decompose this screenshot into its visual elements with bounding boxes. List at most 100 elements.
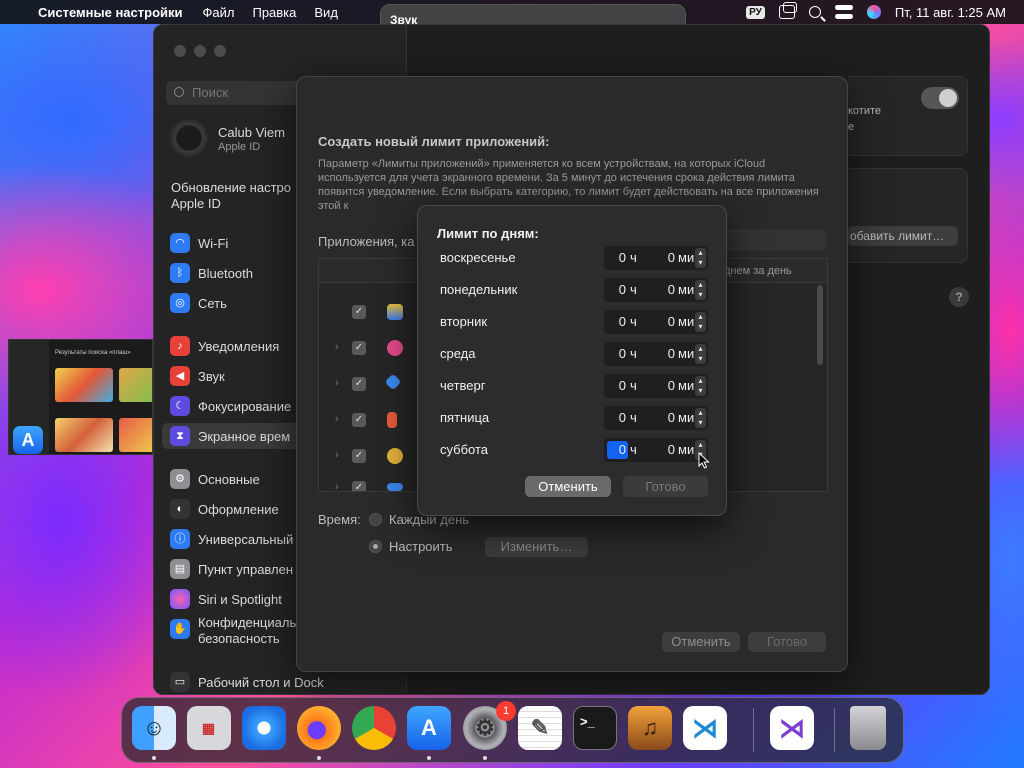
chevron-right-icon[interactable]: › xyxy=(335,341,339,353)
sidebar-item-siri[interactable]: Siri и Spotlight xyxy=(170,586,282,612)
sidebar-item-notifications[interactable]: ♪ Уведомления xyxy=(170,333,279,359)
checkbox[interactable]: ✓ xyxy=(352,341,366,355)
sheet-cancel-button[interactable]: Отменить xyxy=(662,632,740,652)
edit-schedule-button[interactable]: Изменить… xyxy=(485,537,588,557)
stepper-arrows-icon[interactable] xyxy=(695,312,706,332)
spotlight-search-icon[interactable] xyxy=(808,6,821,18)
sidebar-item-wifi[interactable]: ◠ Wi-Fi xyxy=(170,230,228,256)
sidebar-item-control-center[interactable]: ▤ Пункт управлен xyxy=(170,556,293,582)
sidebar-item-privacy[interactable]: ✋ Конфиденциаль безопасность xyxy=(170,615,296,651)
sidebar-item-desktop-dock[interactable]: ▭ Рабочий стол и Dock xyxy=(170,669,324,694)
dialog-cancel-button[interactable]: Отменить xyxy=(525,476,611,497)
sidebar-item-bluetooth[interactable]: ᛒ Bluetooth xyxy=(170,260,253,286)
screen-time-toggle[interactable] xyxy=(921,87,959,109)
radio-custom-label[interactable]: Настроить xyxy=(389,539,453,554)
day-row-tuesday: вторник 0 ч 0 мин xyxy=(440,310,710,334)
minutes-field[interactable]: 0 xyxy=(652,410,675,425)
stepper-arrows-icon[interactable] xyxy=(695,248,706,268)
hours-field-focused[interactable]: 0 xyxy=(607,441,628,459)
chevron-right-icon[interactable]: › xyxy=(335,377,339,389)
menu-file[interactable]: Файл xyxy=(203,5,235,20)
privacy-label-line2: безопасность xyxy=(198,631,280,646)
time-stepper[interactable]: 0 ч 0 мин xyxy=(604,374,708,398)
day-label: четверг xyxy=(440,378,486,393)
dialog-done-button[interactable]: Готово xyxy=(623,476,708,497)
firefox-icon[interactable] xyxy=(297,706,341,750)
time-stepper[interactable]: 0 ч 0 мин xyxy=(604,310,708,334)
minutes-field[interactable]: 0 xyxy=(652,282,675,297)
search-result-tile xyxy=(119,418,152,452)
sidebar-item-appearance[interactable]: ◐ Оформление xyxy=(170,496,279,522)
terminal-icon[interactable]: >_ xyxy=(573,706,617,750)
all-apps-icon xyxy=(387,304,403,320)
stepper-arrows-icon[interactable] xyxy=(695,376,706,396)
minimize-window-button[interactable] xyxy=(194,45,206,57)
menu-edit[interactable]: Правка xyxy=(252,5,296,20)
chrome-icon[interactable] xyxy=(352,706,396,750)
minutes-field[interactable]: 0 xyxy=(652,346,675,361)
hours-field[interactable]: 0 xyxy=(607,345,628,363)
add-limit-button[interactable]: обавить лимит… xyxy=(848,226,958,246)
day-row-saturday: суббота 0 ч 0 мин xyxy=(440,438,710,462)
hours-field[interactable]: 0 xyxy=(607,409,628,427)
menu-app-name[interactable]: Системные настройки xyxy=(38,5,183,20)
time-stepper[interactable]: 0 ч 0 мин xyxy=(604,438,708,462)
sidebar-item-label: Пункт управлен xyxy=(198,561,294,577)
help-button[interactable]: ? xyxy=(949,287,969,307)
apple-id-update-notice[interactable]: Обновление настро Apple ID xyxy=(171,180,291,212)
minutes-field[interactable]: 0 xyxy=(652,442,675,457)
control-center-icon[interactable] xyxy=(834,5,853,19)
sidebar-item-sound[interactable]: ◀ Звук xyxy=(170,363,225,389)
vscode-icon[interactable]: ⋊ xyxy=(683,706,727,750)
sidebar-item-label: Звук xyxy=(198,368,225,384)
minutes-field[interactable]: 0 xyxy=(652,250,675,265)
sidebar-item-focus[interactable]: ☾ Фокусирование xyxy=(170,393,291,419)
sidebar-item-general[interactable]: ⚙ Основные xyxy=(170,466,260,492)
stepper-arrows-icon[interactable] xyxy=(695,344,706,364)
checkbox[interactable]: ✓ xyxy=(352,481,366,491)
chevron-right-icon[interactable]: › xyxy=(335,449,339,461)
garageband-icon[interactable]: ♫ xyxy=(628,706,672,750)
table-scrollbar[interactable] xyxy=(817,285,823,365)
visual-studio-icon[interactable]: ⋊ xyxy=(770,706,814,750)
radio-every-day[interactable] xyxy=(369,513,382,526)
radio-custom[interactable] xyxy=(369,540,382,553)
time-stepper[interactable]: 0 ч 0 мин xyxy=(604,406,708,430)
chevron-right-icon[interactable]: › xyxy=(335,481,339,491)
checkbox[interactable]: ✓ xyxy=(352,413,366,427)
stepper-arrows-icon[interactable] xyxy=(695,408,706,428)
chevron-right-icon[interactable]: › xyxy=(335,413,339,425)
launchpad-icon[interactable]: ▦ xyxy=(187,706,231,750)
close-window-button[interactable] xyxy=(174,45,186,57)
sidebar-item-accessibility[interactable]: ⓘ Универсальный xyxy=(170,526,293,552)
menu-clock[interactable]: Пт, 11 авг. 1:25 AM xyxy=(895,5,1006,20)
zoom-window-button[interactable] xyxy=(214,45,226,57)
textedit-icon[interactable]: ✎ xyxy=(518,706,562,750)
stepper-arrows-icon[interactable] xyxy=(695,280,706,300)
trash-icon[interactable] xyxy=(850,706,886,750)
stage-manager-icon[interactable] xyxy=(778,2,797,19)
sidebar-item-network[interactable]: ◎ Сеть xyxy=(170,290,227,316)
sidebar-item-label: Wi-Fi xyxy=(198,235,229,251)
checkbox[interactable]: ✓ xyxy=(352,449,366,463)
safari-icon[interactable] xyxy=(242,706,286,750)
time-stepper[interactable]: 0 ч 0 мин xyxy=(604,342,708,366)
desktop-icon: ▭ xyxy=(170,672,190,692)
minutes-field[interactable]: 0 xyxy=(652,378,675,393)
siri-icon[interactable] xyxy=(866,5,881,19)
checkbox[interactable]: ✓ xyxy=(352,305,366,319)
checkbox[interactable]: ✓ xyxy=(352,377,366,391)
minutes-field[interactable]: 0 xyxy=(652,314,675,329)
menu-view[interactable]: Вид xyxy=(314,5,338,20)
app-store-window-thumbnail[interactable]: Результаты поиска «плаш» A xyxy=(8,339,153,455)
hours-field[interactable]: 0 xyxy=(607,281,628,299)
hours-field[interactable]: 0 xyxy=(607,249,628,267)
hours-field[interactable]: 0 xyxy=(607,377,628,395)
app-store-icon[interactable]: A xyxy=(407,706,451,750)
time-stepper[interactable]: 0 ч 0 мин xyxy=(604,278,708,302)
finder-icon[interactable]: ☺ xyxy=(132,706,176,750)
time-stepper[interactable]: 0 ч 0 мин xyxy=(604,246,708,270)
hours-field[interactable]: 0 xyxy=(607,313,628,331)
input-source-indicator[interactable]: РУ xyxy=(746,5,765,19)
sheet-done-button[interactable]: Готово xyxy=(748,632,826,652)
